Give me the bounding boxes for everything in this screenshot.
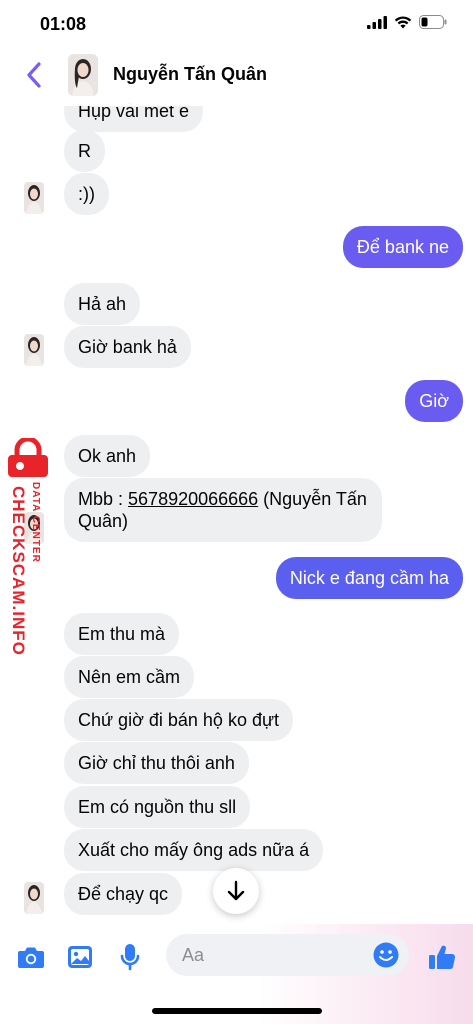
composer-bar: Aa	[0, 924, 473, 988]
avatar-photo	[24, 182, 44, 214]
message-input-placeholder: Aa	[182, 945, 205, 965]
back-chevron-icon	[27, 62, 41, 88]
voice-button[interactable]	[115, 942, 145, 972]
watermark-subtitle: DATA CENTER	[30, 482, 41, 563]
message-incoming-account[interactable]: Mbb : 5678920066666 (Nguyễn Tấn Quân)	[64, 478, 382, 542]
message-outgoing[interactable]: Nick e đang cầm ha	[275, 557, 463, 599]
scroll-to-bottom-button[interactable]	[213, 868, 259, 914]
message-input[interactable]: Aa	[166, 934, 409, 976]
contact-name[interactable]: Nguyễn Tấn Quân	[113, 64, 267, 85]
like-button[interactable]	[427, 942, 457, 972]
home-indicator-area	[0, 988, 473, 1024]
avatar-photo	[24, 882, 44, 914]
message-incoming[interactable]: Chứ giờ đi bán hộ ko đựt	[64, 699, 294, 741]
message-incoming[interactable]: Xuất cho mấy ông ads nữa á	[64, 829, 324, 871]
microphone-icon	[120, 944, 140, 971]
image-icon	[68, 946, 92, 968]
message-incoming[interactable]: Em thu mà	[64, 613, 180, 655]
thumbs-up-icon	[429, 945, 456, 970]
message-incoming[interactable]: Nên em cầm	[64, 656, 195, 698]
sender-avatar[interactable]	[24, 182, 44, 214]
message-incoming[interactable]: :))	[64, 173, 109, 215]
gallery-button[interactable]	[65, 942, 95, 972]
message-list[interactable]: Hụp vải mét e R :)) Để bank ne Hả ah Giờ…	[0, 0, 473, 930]
message-incoming[interactable]: Em có nguồn thu sll	[64, 786, 251, 828]
avatar-photo	[24, 334, 44, 366]
message-incoming[interactable]: Để chạy qc	[64, 873, 183, 915]
emoji-icon[interactable]	[373, 942, 399, 968]
avatar-photo	[68, 54, 98, 96]
message-incoming[interactable]: R	[64, 130, 105, 172]
message-outgoing[interactable]: Để bank ne	[342, 226, 463, 268]
sender-avatar[interactable]	[24, 882, 44, 914]
account-prefix: Mbb :	[78, 489, 129, 509]
camera-button[interactable]	[16, 942, 46, 972]
message-incoming[interactable]: Ok anh	[64, 435, 151, 477]
watermark-brand: CHECKSCAM.INFO	[9, 486, 28, 656]
arrow-down-icon	[227, 880, 245, 901]
message-incoming[interactable]: Hả ah	[64, 283, 141, 325]
back-button[interactable]	[20, 60, 48, 90]
sender-avatar[interactable]	[24, 334, 44, 366]
message-outgoing[interactable]: Giờ	[405, 380, 463, 422]
contact-avatar[interactable]	[68, 54, 98, 96]
message-incoming[interactable]: Giờ chỉ thu thôi anh	[64, 742, 249, 784]
message-incoming[interactable]: Giờ bank hả	[64, 326, 191, 368]
camera-icon	[18, 947, 44, 968]
account-number-link[interactable]: 5678920066666	[128, 489, 258, 509]
watermark: CHECKSCAM.INFO DATA CENTER	[2, 438, 54, 678]
home-indicator[interactable]	[152, 1008, 322, 1014]
chat-header: Nguyễn Tấn Quân	[0, 46, 473, 106]
lock-icon	[8, 438, 48, 477]
